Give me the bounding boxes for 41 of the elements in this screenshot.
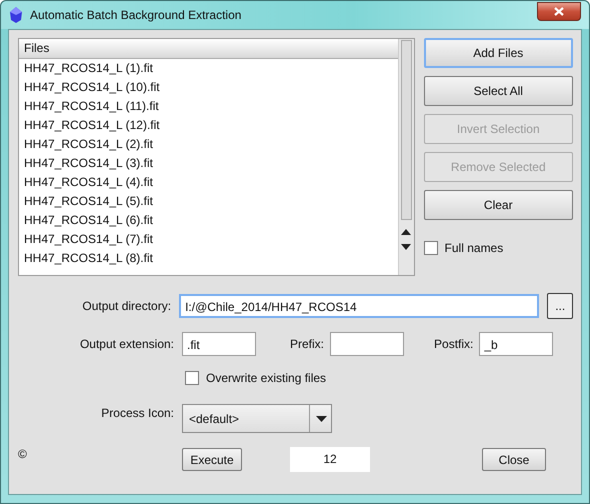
action-button[interactable]: Clear bbox=[424, 190, 573, 220]
scrollbar[interactable] bbox=[398, 39, 414, 275]
scroll-down-icon[interactable] bbox=[401, 244, 412, 250]
file-item[interactable]: HH47_RCOS14_L (3).fit bbox=[19, 154, 398, 173]
dropdown-caret-icon bbox=[316, 416, 327, 422]
file-item[interactable]: HH47_RCOS14_L (4).fit bbox=[19, 173, 398, 192]
action-button[interactable]: Add Files bbox=[424, 38, 573, 68]
app-icon bbox=[9, 7, 23, 23]
process-icon-dropdown[interactable]: <default> bbox=[182, 404, 332, 433]
extension-field[interactable]: .fit bbox=[182, 332, 256, 356]
close-button[interactable]: Close bbox=[482, 448, 546, 471]
field-label: Prefix: bbox=[290, 337, 324, 351]
field-label: Output directory: bbox=[81, 299, 172, 313]
file-item[interactable]: HH47_RCOS14_L (11).fit bbox=[19, 97, 398, 116]
output-directory-field[interactable]: I:/@Chile_2014/HH47_RCOS14 bbox=[179, 294, 540, 318]
file-item[interactable]: HH47_RCOS14_L (10).fit bbox=[19, 78, 398, 97]
file-item[interactable]: HH47_RCOS14_L (12).fit bbox=[19, 116, 398, 135]
column-header[interactable]: Files bbox=[19, 39, 398, 59]
field-label: Process Icon: bbox=[100, 406, 174, 420]
file-item[interactable]: HH47_RCOS14_L (5).fit bbox=[19, 192, 398, 211]
checkbox-label: Overwrite existing files bbox=[206, 371, 326, 385]
file-item[interactable]: HH47_RCOS14_L (1).fit bbox=[19, 59, 398, 78]
scroll-up-icon[interactable] bbox=[401, 229, 412, 235]
field-label: Output extension: bbox=[78, 337, 174, 351]
copyright-sign: © bbox=[18, 446, 28, 460]
file-item[interactable]: HH47_RCOS14_L (7).fit bbox=[19, 230, 398, 249]
file-item[interactable]: HH47_RCOS14_L (2).fit bbox=[19, 135, 398, 154]
file-count: 12 bbox=[290, 447, 370, 472]
file-item[interactable]: HH47_RCOS14_L (6).fit bbox=[19, 211, 398, 230]
field-label: Postfix: bbox=[434, 337, 474, 351]
checkbox[interactable] bbox=[185, 371, 199, 385]
checkbox[interactable] bbox=[424, 241, 438, 255]
close-icon[interactable] bbox=[537, 2, 581, 20]
browse-button[interactable]: ... bbox=[547, 293, 573, 319]
execute-button[interactable]: Execute bbox=[182, 448, 242, 471]
action-button[interactable]: Select All bbox=[424, 76, 573, 106]
postfix-field[interactable]: _b bbox=[479, 332, 554, 356]
file-item[interactable]: HH47_RCOS14_L (8).fit bbox=[19, 249, 398, 268]
window-title: Automatic Batch Background Extraction bbox=[30, 8, 242, 22]
prefix-field[interactable] bbox=[330, 332, 404, 356]
checkbox-label: Full names bbox=[444, 241, 504, 255]
